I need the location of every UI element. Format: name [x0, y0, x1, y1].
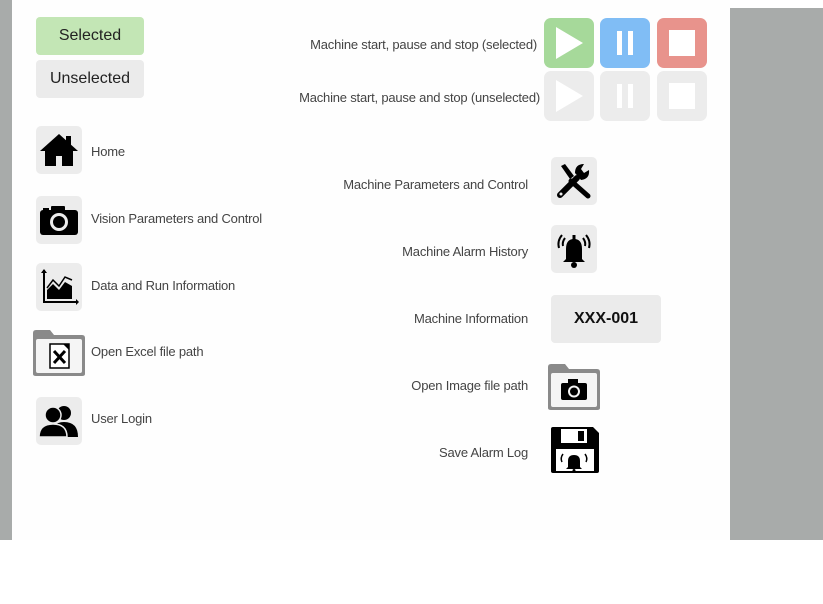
open-excel-path-button[interactable]	[32, 329, 86, 377]
user-login-label: User Login	[91, 411, 152, 426]
save-alarm-log-button[interactable]	[549, 425, 601, 475]
image-folder-icon	[547, 363, 601, 411]
alarm-bell-icon	[554, 229, 594, 269]
excel-folder-icon	[32, 329, 86, 377]
stop-icon	[668, 82, 696, 110]
camera-icon	[39, 204, 79, 236]
open-image-path-button[interactable]	[547, 363, 601, 411]
machine-information-label: Machine Information	[414, 311, 528, 326]
start-button-unselected[interactable]	[544, 71, 594, 121]
pause-button-selected[interactable]	[600, 18, 650, 68]
open-excel-path-label: Open Excel file path	[91, 344, 204, 359]
right-gray-border	[730, 8, 823, 540]
pause-icon	[614, 83, 636, 109]
machine-controls-unselected-label: Machine start, pause and stop (unselecte…	[299, 90, 540, 105]
unselected-state-button[interactable]: Unselected	[36, 60, 144, 98]
alarm-history-button[interactable]	[551, 225, 597, 273]
user-login-button[interactable]	[36, 397, 82, 445]
play-icon	[554, 79, 584, 113]
stop-button-selected[interactable]	[657, 18, 707, 68]
vision-parameters-button[interactable]	[36, 196, 82, 244]
home-button[interactable]	[36, 126, 82, 174]
pause-button-unselected[interactable]	[600, 71, 650, 121]
play-icon	[554, 26, 584, 60]
home-icon	[39, 132, 79, 168]
save-alarm-icon	[549, 425, 601, 475]
start-button-selected[interactable]	[544, 18, 594, 68]
alarm-history-label: Machine Alarm History	[402, 244, 528, 259]
machine-controls-selected-label: Machine start, pause and stop (selected)	[310, 37, 537, 52]
data-run-info-button[interactable]	[36, 263, 82, 311]
stop-icon	[668, 29, 696, 57]
selected-state-button[interactable]: Selected	[36, 17, 144, 55]
vision-parameters-label: Vision Parameters and Control	[91, 211, 262, 226]
home-label: Home	[91, 144, 125, 159]
area-chart-icon	[39, 268, 79, 306]
save-alarm-log-label: Save Alarm Log	[439, 445, 528, 460]
pause-icon	[614, 30, 636, 56]
machine-parameters-label: Machine Parameters and Control	[343, 177, 528, 192]
machine-parameters-button[interactable]	[551, 157, 597, 205]
open-image-path-label: Open Image file path	[411, 378, 528, 393]
data-run-info-label: Data and Run Information	[91, 278, 236, 293]
tools-icon	[555, 162, 593, 200]
stop-button-unselected[interactable]	[657, 71, 707, 121]
left-gray-border	[0, 0, 12, 540]
machine-id-badge[interactable]: XXX-001	[551, 295, 661, 343]
users-icon	[38, 404, 80, 438]
